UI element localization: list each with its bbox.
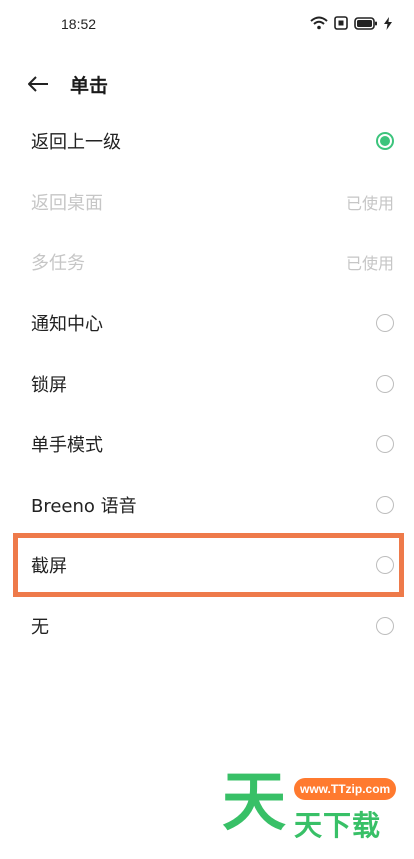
option-screenshot[interactable]: 截屏 bbox=[0, 535, 414, 596]
options-list: 返回上一级 返回桌面 已使用 多任务 已使用 通知中心 锁屏 单手模式 Bree… bbox=[0, 111, 414, 656]
wifi-icon bbox=[310, 16, 328, 30]
watermark-big-char: 天 bbox=[222, 766, 286, 840]
status-icons bbox=[310, 16, 392, 30]
radio-icon[interactable] bbox=[376, 617, 394, 636]
header: 单击 bbox=[0, 62, 414, 106]
option-breeno-voice[interactable]: Breeno 语音 bbox=[0, 475, 414, 536]
radio-icon[interactable] bbox=[376, 495, 394, 514]
option-one-hand-mode[interactable]: 单手模式 bbox=[0, 414, 414, 475]
status-time: 18:52 bbox=[61, 16, 97, 32]
option-label: 多任务 bbox=[31, 253, 85, 275]
watermark-text: 天下载 bbox=[294, 809, 382, 842]
battery-icon bbox=[354, 16, 378, 30]
status-bar: 18:52 bbox=[0, 0, 414, 50]
option-status: 已使用 bbox=[345, 254, 394, 274]
option-label: 单手模式 bbox=[31, 435, 103, 457]
back-arrow-icon[interactable] bbox=[24, 72, 52, 96]
option-notification-center[interactable]: 通知中心 bbox=[0, 293, 414, 354]
option-label: Breeno 语音 bbox=[31, 495, 137, 517]
radio-selected-icon[interactable] bbox=[376, 132, 394, 151]
radio-icon[interactable] bbox=[376, 435, 394, 454]
sim-icon bbox=[334, 16, 348, 30]
option-label: 通知中心 bbox=[31, 314, 103, 336]
option-multitask: 多任务 已使用 bbox=[0, 232, 414, 293]
radio-icon[interactable] bbox=[376, 556, 394, 575]
option-none[interactable]: 无 bbox=[0, 596, 414, 657]
option-label: 返回上一级 bbox=[31, 132, 121, 154]
charging-icon bbox=[384, 16, 392, 30]
page-title: 单击 bbox=[70, 75, 109, 97]
option-label: 锁屏 bbox=[31, 374, 67, 396]
option-return-previous[interactable]: 返回上一级 bbox=[0, 111, 414, 172]
radio-icon[interactable] bbox=[376, 374, 394, 393]
option-label: 无 bbox=[31, 617, 49, 639]
option-label: 截屏 bbox=[31, 556, 67, 578]
option-return-home: 返回桌面 已使用 bbox=[0, 172, 414, 233]
option-status: 已使用 bbox=[345, 193, 394, 213]
option-label: 返回桌面 bbox=[31, 192, 103, 214]
watermark-url: www.TTzip.com bbox=[294, 778, 397, 800]
radio-icon[interactable] bbox=[376, 314, 394, 333]
watermark-logo: 天 www.TTzip.com 天下载 bbox=[222, 768, 402, 844]
option-lock-screen[interactable]: 锁屏 bbox=[0, 353, 414, 414]
